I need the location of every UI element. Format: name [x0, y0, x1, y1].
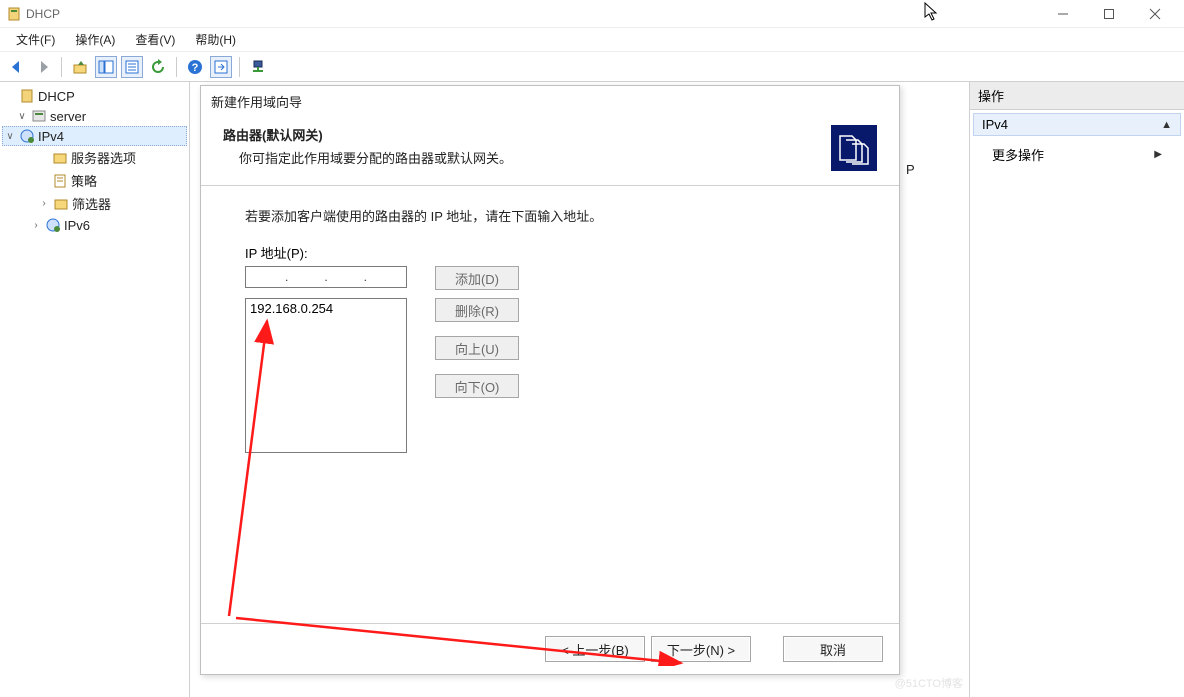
wizard-header-desc: 你可指定此作用域要分配的路由器或默认网关。 [223, 144, 823, 167]
actions-group-ipv4[interactable]: IPv4 ▲ [973, 113, 1181, 136]
menu-help[interactable]: 帮助(H) [185, 28, 246, 51]
tree-label: 服务器选项 [71, 148, 136, 167]
toolbar: ? [0, 52, 1184, 82]
svg-text:?: ? [192, 62, 199, 74]
wizard-icon [831, 125, 877, 171]
cancel-button[interactable]: 取消 [783, 636, 883, 662]
show-hide-tree-button[interactable] [95, 56, 117, 78]
tree-label: IPv6 [64, 218, 90, 233]
ip-address-list[interactable]: 192.168.0.254 [245, 298, 407, 453]
tree-policies[interactable]: 策略 [2, 169, 187, 192]
next-button[interactable]: 下一步(N) > [651, 636, 751, 662]
tree-label: DHCP [38, 89, 75, 104]
help-button[interactable]: ? [184, 56, 206, 78]
menu-action[interactable]: 操作(A) [65, 28, 125, 51]
toolbar-separator [239, 57, 240, 77]
tree-label: 策略 [71, 171, 97, 190]
tree-label: IPv4 [38, 129, 64, 144]
menu-file[interactable]: 文件(F) [6, 28, 65, 51]
server-icon [31, 108, 47, 124]
tree-label: server [50, 109, 86, 124]
tree-ipv4[interactable]: ∨ IPv4 [2, 126, 187, 146]
refresh-button[interactable] [147, 56, 169, 78]
ipv6-icon [45, 217, 61, 233]
expand-icon[interactable]: ∨ [16, 111, 28, 122]
wizard-footer: < 上一步(B) 下一步(N) > 取消 [201, 623, 899, 674]
down-button[interactable]: 向下(O) [435, 374, 519, 398]
tree-pane: DHCP ∨ server ∨ IPv4 服务器选项 策略 › 筛选器 › [0, 82, 190, 697]
remove-button[interactable]: 删除(R) [435, 298, 519, 322]
back-button[interactable]: < 上一步(B) [545, 636, 645, 662]
expand-icon[interactable]: › [30, 220, 42, 231]
wizard-body-text: 若要添加客户端使用的路由器的 IP 地址，请在下面输入地址。 [245, 206, 855, 225]
wizard-header-title: 路由器(默认网关) [223, 125, 823, 144]
back-button[interactable] [6, 56, 28, 78]
menubar: 文件(F) 操作(A) 查看(V) 帮助(H) [0, 28, 1184, 52]
export-button[interactable] [210, 56, 232, 78]
wizard-window-title: 新建作用域向导 [201, 86, 899, 117]
wizard-header: 路由器(默认网关) 你可指定此作用域要分配的路由器或默认网关。 [201, 117, 899, 186]
wizard-dialog: 新建作用域向导 路由器(默认网关) 你可指定此作用域要分配的路由器或默认网关。 … [200, 85, 900, 675]
app-icon [6, 6, 22, 22]
menu-view[interactable]: 查看(V) [125, 28, 185, 51]
actions-more[interactable]: 更多操作 ▶ [970, 139, 1184, 170]
ipv4-icon [19, 128, 35, 144]
properties-button[interactable] [121, 56, 143, 78]
tree-ipv6[interactable]: › IPv6 [2, 215, 187, 235]
tree-server-options[interactable]: 服务器选项 [2, 146, 187, 169]
network-button[interactable] [247, 56, 269, 78]
dhcp-icon [19, 88, 35, 104]
actions-group-label: IPv4 [982, 117, 1008, 132]
expand-icon[interactable]: › [38, 198, 50, 209]
submenu-icon: ▶ [1154, 149, 1162, 160]
add-button[interactable]: 添加(D) [435, 266, 519, 290]
up-button[interactable] [69, 56, 91, 78]
list-item[interactable]: 192.168.0.254 [250, 301, 402, 316]
close-button[interactable] [1132, 0, 1178, 28]
tree-root-dhcp[interactable]: DHCP [2, 86, 187, 106]
expand-icon[interactable]: ∨ [4, 131, 16, 142]
center-pane: P 新建作用域向导 路由器(默认网关) 你可指定此作用域要分配的路由器或默认网关… [190, 82, 969, 697]
toolbar-separator [61, 57, 62, 77]
window-title: DHCP [26, 7, 60, 21]
watermark: @51CTO博客 [895, 675, 963, 691]
actions-header: 操作 [970, 82, 1184, 110]
actions-pane: 操作 IPv4 ▲ 更多操作 ▶ [969, 82, 1184, 697]
ip-address-input[interactable]: ... [245, 266, 407, 288]
maximize-button[interactable] [1086, 0, 1132, 28]
filter-icon [53, 196, 69, 212]
main-area: DHCP ∨ server ∨ IPv4 服务器选项 策略 › 筛选器 › [0, 82, 1184, 697]
collapse-icon: ▲ [1161, 119, 1172, 131]
ip-address-label: IP 地址(P): [245, 243, 855, 262]
options-icon [52, 150, 68, 166]
toolbar-separator [176, 57, 177, 77]
actions-more-label: 更多操作 [992, 145, 1044, 164]
stray-letter: P [906, 162, 915, 177]
tree-filters[interactable]: › 筛选器 [2, 192, 187, 215]
tree-label: 筛选器 [72, 194, 111, 213]
up-button[interactable]: 向上(U) [435, 336, 519, 360]
policy-icon [52, 173, 68, 189]
window-controls [1040, 0, 1178, 28]
titlebar: DHCP [0, 0, 1184, 28]
forward-button[interactable] [32, 56, 54, 78]
wizard-body: 若要添加客户端使用的路由器的 IP 地址，请在下面输入地址。 IP 地址(P):… [201, 186, 899, 623]
minimize-button[interactable] [1040, 0, 1086, 28]
tree-server[interactable]: ∨ server [2, 106, 187, 126]
